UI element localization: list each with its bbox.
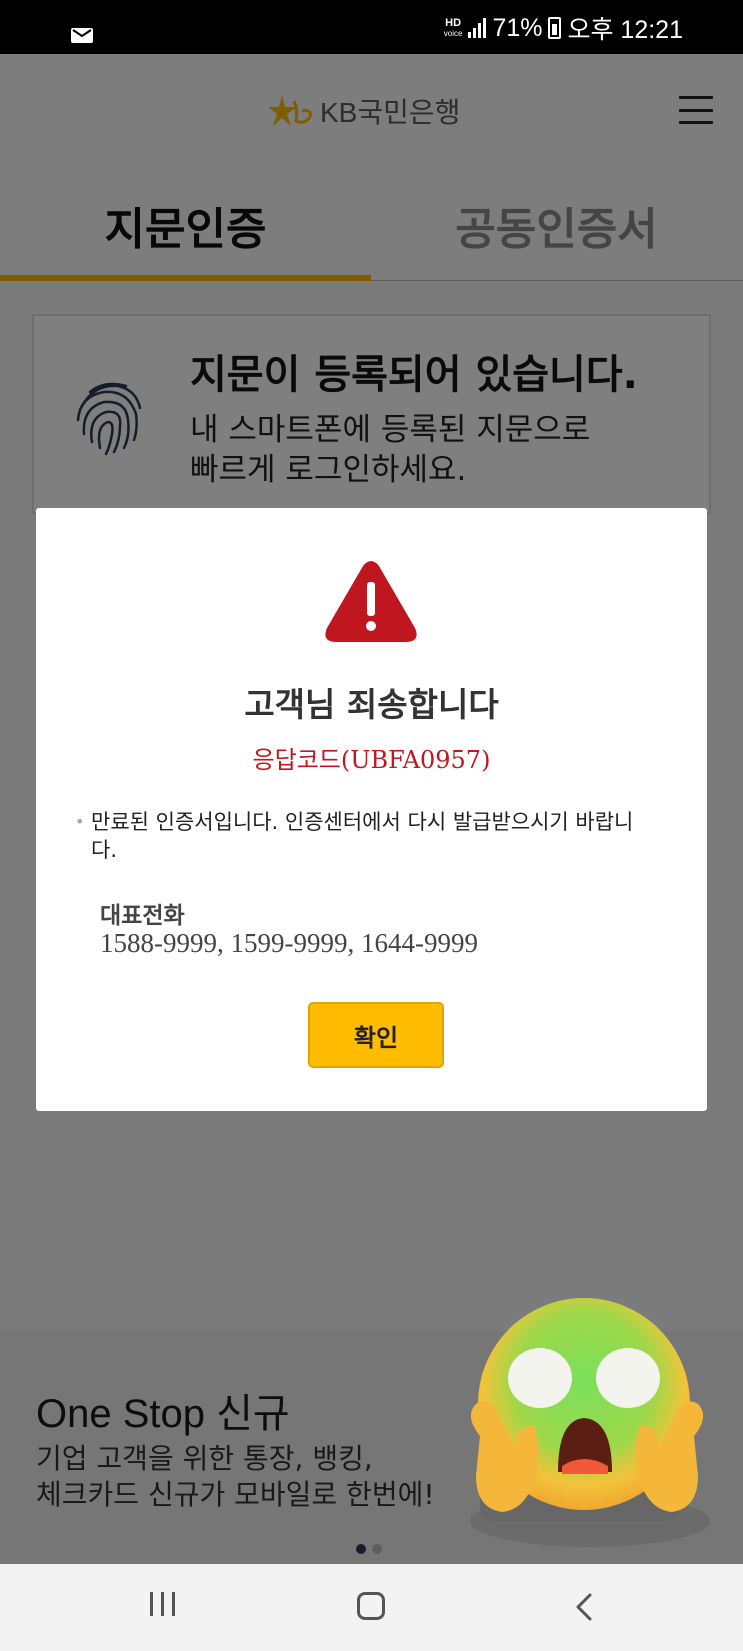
- phone-label: 대표전화: [100, 903, 185, 929]
- battery-percent: 71%: [492, 13, 543, 42]
- screaming-face-emoji: [470, 1298, 704, 1512]
- back-icon[interactable]: [572, 1592, 596, 1622]
- response-code: 응답코드(UBFA0957): [252, 746, 491, 774]
- signal-icon: [468, 18, 487, 38]
- recent-apps-icon[interactable]: [150, 1592, 175, 1616]
- phone-numbers: 1588-9999, 1599-9999, 1644-9999: [100, 928, 478, 958]
- system-nav-bar: [0, 1564, 743, 1651]
- status-indicators: HD voice 71% 오후 12:21: [443, 13, 683, 45]
- hd-voice-icon: HD voice: [443, 16, 463, 38]
- error-message: 만료된 인증서입니다. 인증센터에서 다시 발급받으시기 바랍니다.: [75, 808, 651, 864]
- battery-icon: [548, 17, 562, 39]
- confirm-button[interactable]: 확인: [308, 1002, 444, 1068]
- dialog-title: 고객님 죄송합니다: [244, 685, 499, 724]
- home-icon[interactable]: [357, 1592, 385, 1620]
- error-dialog: 고객님 죄송합니다 응답코드(UBFA0957) 만료된 인증서입니다. 인증센…: [36, 508, 707, 1111]
- clock: 오후 12:21: [567, 16, 683, 44]
- warning-triangle-icon: [325, 561, 417, 642]
- status-bar: HD voice 71% 오후 12:21: [0, 0, 743, 54]
- mail-notification-icon: [71, 28, 93, 43]
